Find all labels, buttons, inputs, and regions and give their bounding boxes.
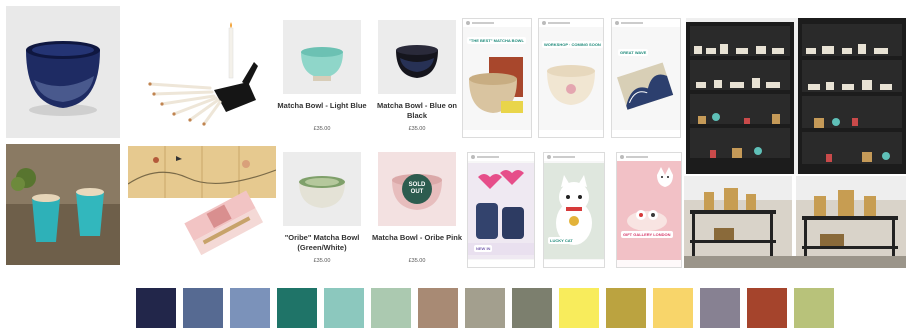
palette-swatch xyxy=(747,288,787,328)
turquoise-cups-photo xyxy=(6,144,120,265)
palette-swatch xyxy=(512,288,552,328)
palette-swatch xyxy=(794,288,834,328)
story-header xyxy=(539,19,603,27)
product-image[interactable] xyxy=(378,20,456,94)
painted-screen-incense-photo xyxy=(128,144,276,266)
palette-swatch xyxy=(418,288,458,328)
avatar xyxy=(547,155,551,159)
story-sticker: NEW IN xyxy=(474,245,493,252)
palette-swatch xyxy=(465,288,505,328)
product-name[interactable]: Matcha Bowl - Oribe Pink xyxy=(372,233,462,243)
avatar xyxy=(542,21,546,25)
instagram-story[interactable]: LUCKY CAT xyxy=(543,152,605,268)
avatar xyxy=(471,155,475,159)
sold-out-label: SOLD OUT xyxy=(408,182,426,195)
palette-swatch xyxy=(371,288,411,328)
product-name[interactable]: Matcha Bowl - Light Blue xyxy=(277,101,367,111)
product-price: £35.00 xyxy=(313,258,331,264)
product-price: £35.00 xyxy=(313,126,331,132)
avatar xyxy=(466,21,470,25)
palette-swatch xyxy=(324,288,364,328)
avatar xyxy=(620,155,624,159)
shop-table-display-photo xyxy=(684,176,906,268)
product-card-oribe-pink[interactable]: SOLD OUT Matcha Bowl - Oribe Pink £35.00 xyxy=(372,152,462,268)
palette-swatch xyxy=(700,288,740,328)
palette-swatch xyxy=(136,288,176,328)
palette-swatch xyxy=(277,288,317,328)
sold-out-badge: SOLD OUT xyxy=(402,174,432,204)
product-card-oribe-green[interactable]: "Oribe" Matcha Bowl (Green/White) £35.00 xyxy=(283,152,361,268)
instagram-story[interactable]: NEW IN xyxy=(467,152,535,268)
matcha-bowl-photo xyxy=(6,6,120,138)
story-sticker: LUCKY CAT xyxy=(548,237,575,244)
instagram-story[interactable]: WORKSHOP · COMING SOON xyxy=(538,18,604,138)
instagram-story[interactable]: GIFT GALLERY LONDON xyxy=(616,152,682,268)
story-sticker: GIFT GALLERY LONDON xyxy=(621,231,673,238)
story-sticker: GREAT WAVE xyxy=(618,49,649,56)
story-header xyxy=(463,19,531,27)
avatar xyxy=(615,21,619,25)
palette-swatch xyxy=(653,288,693,328)
palette-swatch xyxy=(559,288,599,328)
palette-swatch xyxy=(183,288,223,328)
product-price: £35.00 xyxy=(408,126,426,132)
story-header xyxy=(544,153,604,161)
product-card-light-blue[interactable]: Matcha Bowl - Light Blue £35.00 xyxy=(277,20,367,136)
product-image[interactable] xyxy=(283,20,361,94)
story-sticker: "THE BEST" MATCHA BOWL xyxy=(467,37,526,44)
story-header xyxy=(612,19,680,27)
product-name[interactable]: "Oribe" Matcha Bowl (Green/White) xyxy=(277,233,367,253)
candle-holder-photo xyxy=(132,20,276,142)
palette-swatch xyxy=(606,288,646,328)
story-header xyxy=(468,153,534,161)
story-sticker: WORKSHOP · COMING SOON xyxy=(542,41,603,48)
product-image[interactable]: SOLD OUT xyxy=(378,152,456,226)
product-card-blue-on-black[interactable]: Matcha Bowl - Blue on Black £35.00 xyxy=(377,20,457,136)
shop-shelves-photo xyxy=(686,18,906,174)
product-image[interactable] xyxy=(283,152,361,226)
palette-swatch xyxy=(230,288,270,328)
product-name[interactable]: Matcha Bowl - Blue on Black xyxy=(372,101,462,121)
product-price: £35.00 xyxy=(408,258,426,264)
instagram-story[interactable]: GREAT WAVE xyxy=(611,18,681,138)
instagram-story[interactable]: "THE BEST" MATCHA BOWL xyxy=(462,18,532,138)
story-header xyxy=(617,153,681,161)
